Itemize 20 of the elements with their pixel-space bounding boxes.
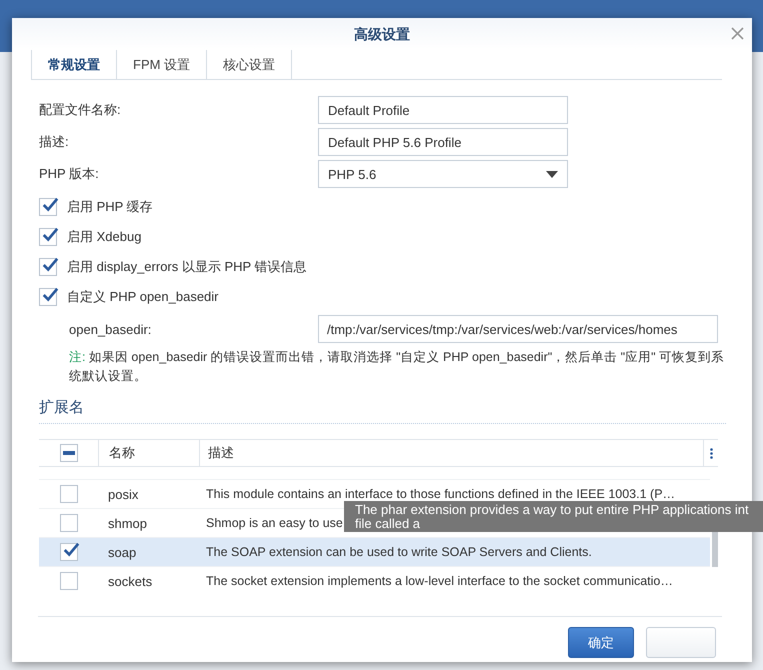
extension-name: soap bbox=[107, 544, 138, 562]
note-text: 注: 如果因 open_basedir 的错误设置而出错，请取消选择 "自定义 PHP open_basedir"，然后单击 "应用" 可恢复到系统默认设置。 bbox=[68, 349, 726, 385]
extension-description: The SOAP extension can be used to write SOAP Servers and Clients. bbox=[205, 544, 592, 561]
extension-description: The socket extension implements a low-level interface to the socket communicatio… bbox=[205, 573, 673, 590]
tooltip: The phar extension provides a way to put entire PHP applications int file called a bbox=[344, 501, 763, 532]
option-label: 启用 display_errors 以显示 PHP 错误信息 bbox=[67, 258, 307, 276]
field-label: 描述: bbox=[39, 133, 70, 151]
extension-name: shmop bbox=[107, 514, 148, 533]
field-label: open_basedir: bbox=[69, 322, 152, 336]
field-label: 配置文件名称: bbox=[39, 101, 122, 119]
extension-name: posix bbox=[107, 486, 140, 504]
extension-description: This module contains an interface to those functions defined in the IEEE 1003.1 (P… bbox=[205, 486, 676, 503]
field-label: PHP 版本: bbox=[39, 165, 100, 183]
option-label: 启用 PHP 缓存 bbox=[67, 198, 153, 216]
section-title: 扩展名 bbox=[39, 398, 726, 424]
option-label: 自定义 PHP open_basedir bbox=[67, 288, 219, 306]
extension-name: sockets bbox=[107, 572, 154, 590]
dialog-title: 高级设置 bbox=[354, 26, 410, 44]
option-label: 启用 Xdebug bbox=[67, 228, 142, 246]
extension-description: Shmop is an easy to use bbox=[205, 515, 343, 532]
